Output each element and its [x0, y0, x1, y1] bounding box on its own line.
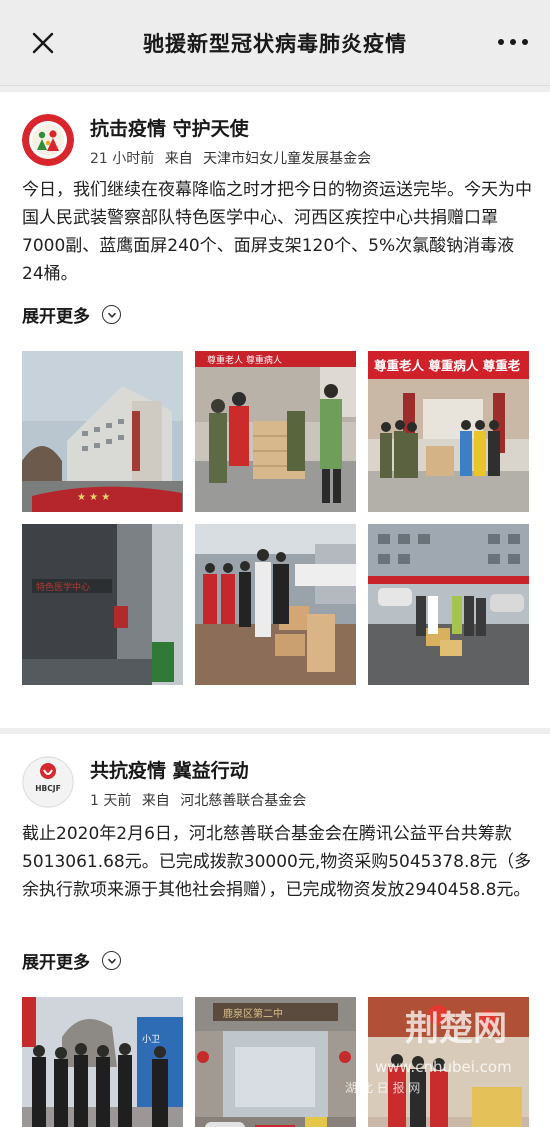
post-source[interactable]: 河北慈善联合基金会 — [180, 793, 306, 809]
post-body: 截止2020年2月6日，河北慈善联合基金会在腾讯公益平台共筹款5013061.6… — [22, 824, 532, 900]
post-meta: 1 天前 来自 河北慈善联合基金会 — [90, 790, 306, 810]
chevron-down-icon — [102, 305, 121, 324]
expand-more-label: 展开更多 — [22, 307, 90, 327]
photo-thumbnail[interactable]: 尊重老人 尊重病人 尊重老 — [368, 351, 529, 512]
post-card-1: 抗击疫情 守护天使 21 小时前 来自 天津市妇女儿童发展基金会 今日，我们继续… — [0, 92, 550, 728]
more-dots-icon[interactable] — [498, 34, 528, 50]
post-time: 1 天前 — [90, 793, 132, 809]
svg-text:鹿泉区第二中: 鹿泉区第二中 — [223, 1007, 283, 1020]
photo-thumbnail[interactable] — [368, 524, 529, 685]
photo-thumbnail[interactable] — [368, 997, 529, 1127]
photo-thumbnail[interactable]: 尊重老人 尊重病人 — [195, 351, 356, 512]
top-nav-bar: 驰援新型冠状病毒肺炎疫情 — [0, 0, 550, 86]
avatar[interactable]: HBCJF — [22, 756, 74, 808]
expand-more-button[interactable]: 展开更多 — [22, 302, 121, 327]
avatar-text: HBCJF — [35, 784, 60, 793]
photo-thumbnail[interactable]: 鹿泉区第二中 — [195, 997, 356, 1127]
svg-text:小卫: 小卫 — [142, 1034, 160, 1045]
post-time: 21 小时前 — [90, 151, 155, 167]
chevron-down-icon — [102, 951, 121, 970]
photo-thumbnail[interactable]: 小卫 — [22, 997, 183, 1127]
svg-text:★ ★ ★: ★ ★ ★ — [77, 492, 110, 503]
post-title[interactable]: 抗击疫情 守护天使 — [90, 114, 249, 141]
photo-thumbnail[interactable]: ★ ★ ★ — [22, 351, 183, 512]
expand-more-button[interactable]: 展开更多 — [22, 948, 121, 973]
post-meta: 21 小时前 来自 天津市妇女儿童发展基金会 — [90, 148, 371, 168]
photo-thumbnail[interactable]: 特色医学中心 — [22, 524, 183, 685]
svg-text:尊重老人 尊重病人: 尊重老人 尊重病人 — [207, 354, 282, 366]
expand-more-label: 展开更多 — [22, 953, 90, 973]
svg-text:特色医学中心: 特色医学中心 — [36, 581, 90, 593]
source-prefix: 来自 — [141, 793, 170, 809]
post-body: 今日，我们继续在夜幕降临之时才把今日的物资运送完毕。今天为中国人民武装警察部队特… — [22, 180, 532, 284]
page-title: 驰援新型冠状病毒肺炎疫情 — [143, 32, 407, 56]
post-title[interactable]: 共抗疫情 冀益行动 — [90, 756, 249, 783]
photo-thumbnail[interactable] — [195, 524, 356, 685]
photo-banner-text: 尊重老人 尊重病人 尊重老 — [374, 358, 521, 373]
post-source[interactable]: 天津市妇女儿童发展基金会 — [203, 151, 371, 167]
avatar[interactable] — [22, 114, 74, 166]
source-prefix: 来自 — [164, 151, 193, 167]
post-card-2: HBCJF 共抗疫情 冀益行动 1 天前 来自 河北慈善联合基金会 截止2020… — [0, 734, 550, 1127]
